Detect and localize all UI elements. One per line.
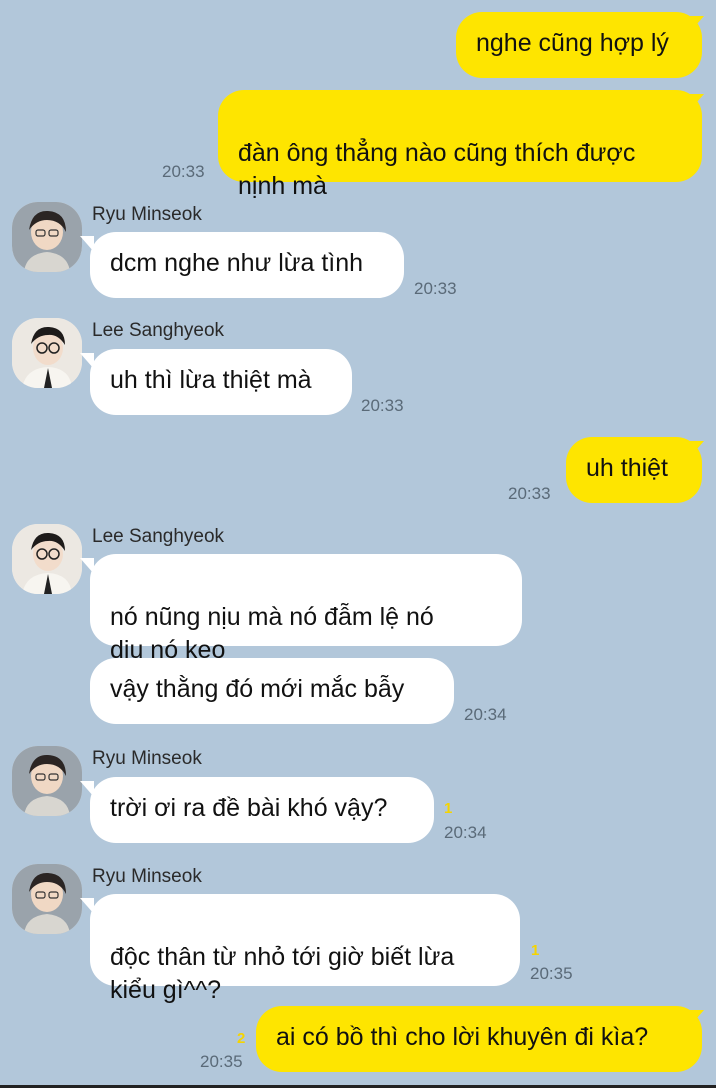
unread-count: 2: [237, 1030, 246, 1047]
sender-name: Lee Sanghyeok: [92, 526, 225, 547]
avatar[interactable]: [12, 864, 82, 934]
avatar-icon: [12, 318, 82, 388]
message-bubble-outgoing[interactable]: nghe cũng hợp lý: [456, 12, 702, 78]
message-time: 20:33: [361, 396, 404, 415]
message-text: đàn ông thẳng nào cũng thích được nịnh m…: [238, 139, 636, 200]
message-time: 20:34: [464, 705, 507, 724]
sender-name: Ryu Minseok: [92, 748, 202, 769]
message-text: ai có bồ thì cho lời khuyên đi kìa?: [276, 1023, 649, 1051]
unread-count: 1: [444, 800, 453, 817]
message-time: 20:34: [444, 823, 487, 842]
avatar[interactable]: [12, 746, 82, 816]
message-text: uh thì lừa thiệt mà: [110, 366, 312, 394]
message-text: vậy thằng đó mới mắc bẫy: [110, 675, 405, 703]
message-time: 20:33: [414, 279, 457, 298]
message-text: uh thiệt: [586, 454, 669, 482]
message-time: 20:33: [508, 484, 551, 503]
message-bubble-incoming[interactable]: nó nũng nịu mà nó đẫm lệ nó dịu nó keo: [90, 554, 522, 664]
avatar-icon: [12, 864, 82, 934]
avatar[interactable]: [12, 202, 82, 272]
message-bubble-incoming[interactable]: vậy thằng đó mới mắc bẫy: [90, 658, 454, 724]
message-text: dcm nghe như lừa tình: [110, 249, 364, 277]
message-text: độc thân từ nhỏ tới giờ biết lừa kiểu gì…: [110, 943, 455, 1004]
message-bubble-incoming[interactable]: độc thân từ nhỏ tới giờ biết lừa kiểu gì…: [90, 894, 520, 1004]
sender-name: Ryu Minseok: [92, 204, 202, 225]
avatar-icon: [12, 746, 82, 816]
message-time: 20:33: [162, 162, 205, 181]
message-text: trời ơi ra đề bài khó vậy?: [110, 794, 388, 822]
message-bubble-incoming[interactable]: dcm nghe như lừa tình: [90, 232, 404, 298]
bubble-tail: [80, 558, 94, 574]
avatar-icon: [12, 524, 82, 594]
avatar-icon: [12, 202, 82, 272]
chat-area[interactable]: nghe cũng hợp lý đàn ông thẳng nào cũng …: [0, 0, 716, 1088]
message-time: 20:35: [530, 964, 573, 983]
message-bubble-outgoing[interactable]: ai có bồ thì cho lời khuyên đi kìa?: [256, 1006, 702, 1072]
sender-name: Lee Sanghyeok: [92, 320, 225, 341]
message-text: nghe cũng hợp lý: [476, 29, 669, 57]
message-time: 20:35: [200, 1052, 243, 1071]
message-bubble-outgoing[interactable]: uh thiệt: [566, 437, 702, 503]
unread-count: 1: [531, 942, 540, 959]
bubble-tail: [80, 898, 94, 914]
bubble-tail: [80, 781, 94, 797]
sender-name: Ryu Minseok: [92, 866, 202, 887]
avatar[interactable]: [12, 318, 82, 388]
message-bubble-incoming[interactable]: uh thì lừa thiệt mà: [90, 349, 352, 415]
avatar[interactable]: [12, 524, 82, 594]
message-bubble-incoming[interactable]: trời ơi ra đề bài khó vậy?: [90, 777, 434, 843]
message-bubble-outgoing[interactable]: đàn ông thẳng nào cũng thích được nịnh m…: [218, 90, 702, 200]
message-text: nó nũng nịu mà nó đẫm lệ nó dịu nó keo: [110, 603, 434, 664]
